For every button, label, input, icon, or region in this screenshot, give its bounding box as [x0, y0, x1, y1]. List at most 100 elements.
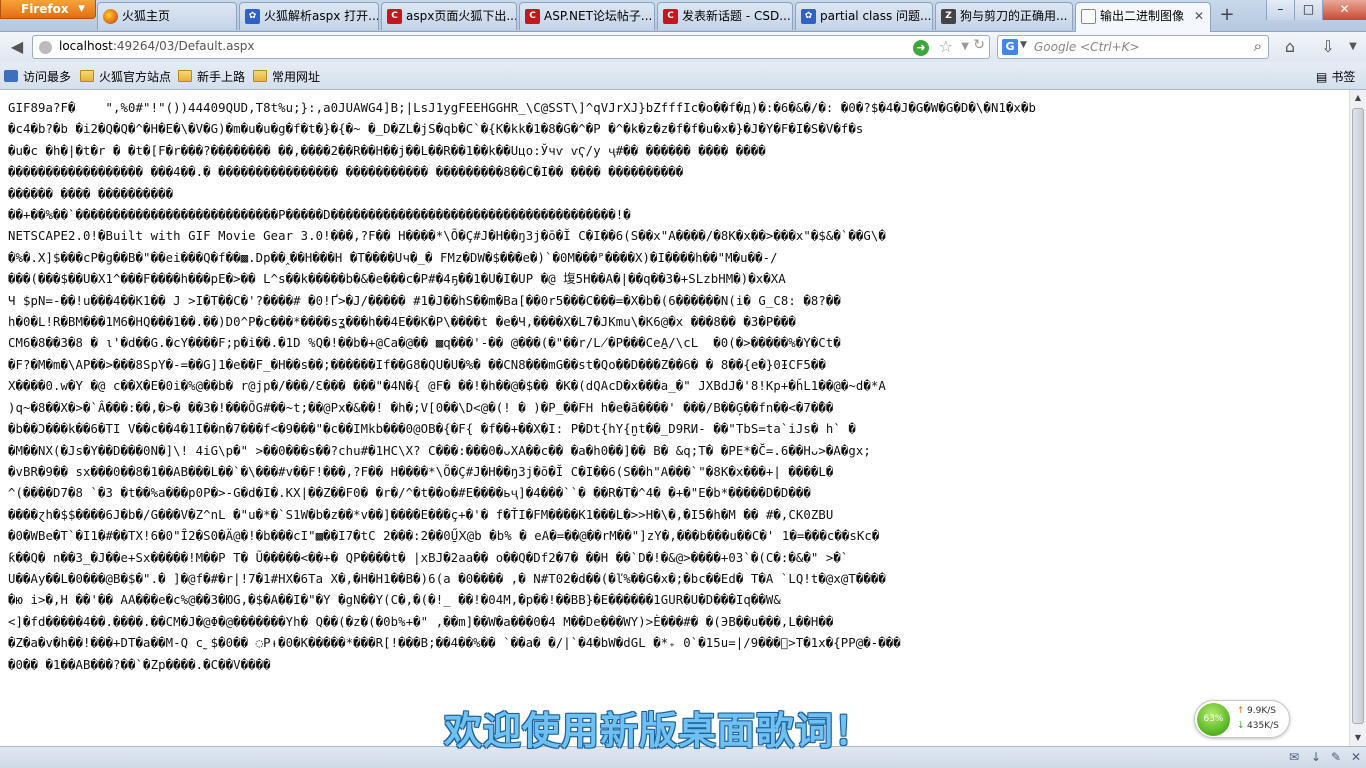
new-tab-button[interactable]: +: [1213, 4, 1241, 28]
close-addon-bar-icon[interactable]: ✕: [1348, 749, 1364, 765]
binary-text-line: �M��NX(�Js�Y��D���0N�]\! 4iG\p�" >��0���…: [8, 443, 871, 458]
tab-partial-class[interactable]: ✿ partial class 问题...: [795, 2, 933, 30]
page-icon: [1081, 9, 1096, 24]
binary-text-line: Ч $pN=-��!u���4��K1�� J >I�T��C�'?����# …: [8, 293, 841, 308]
bookmarks-toolbar: 访问最多 火狐官方站点 新手上路 常用网址 ▤ 书签: [0, 62, 1366, 90]
close-tab-icon[interactable]: ✕: [1194, 3, 1204, 29]
minimize-button[interactable]: –: [1266, 0, 1294, 20]
bookmark-firefox-site[interactable]: 火狐官方站点: [80, 68, 171, 85]
binary-text-line: CM6�8��3�8 � ι'�d��G.�cY����F;p�i��.�1D …: [8, 336, 841, 351]
tab-label: ASP.NET论坛帖子...: [544, 9, 653, 23]
tab-aspnet-forum[interactable]: C ASP.NET论坛帖子...: [519, 2, 655, 30]
tab-aspx-firefox[interactable]: C aspx页面火狐下出...: [381, 2, 517, 30]
scroll-thumb[interactable]: [1352, 108, 1364, 724]
bookmark-label: 新手上路: [197, 70, 246, 84]
binary-text-line: NETSCAPE2.0!�Built with GIF Movie Gear 3…: [8, 229, 886, 244]
engine-dropdown-icon[interactable]: ▼: [1020, 40, 1027, 50]
binary-text-line: ����ɀh�$$����6J�b�/G���V�Z^nL �"u�*�`S1W…: [8, 507, 834, 522]
menu-dropdown-icon[interactable]: ▼: [1344, 36, 1362, 58]
url-text[interactable]: localhost:49264/03/Default.aspx: [59, 39, 254, 53]
binary-text-line: ���(���$��U�X1^���F����h���pE�>�� L^s��k…: [8, 272, 786, 287]
back-icon[interactable]: ◀: [4, 36, 30, 58]
csdn-icon: C: [663, 9, 678, 24]
tab-label: 发表新话题 - CSD...: [682, 9, 791, 23]
folder-icon: [80, 70, 94, 82]
binary-text-line: ƙ��Q� n��3_�J��e+Sx�����!M��P T� Ũ�����<…: [8, 550, 849, 565]
download-arrow-icon: ↓: [1237, 721, 1245, 731]
firefox-icon: [103, 9, 118, 24]
csdn-icon: C: [525, 9, 540, 24]
firefox-menu-button[interactable]: Firefox ▼: [0, 0, 96, 19]
binary-text-line: ��+��%��`���������������������������P���…: [8, 208, 631, 223]
binary-text-line: X����0.w�Y �@ c��X�E�0i�%@��b� r@jp�/���…: [8, 379, 886, 394]
bookmark-label: 访问最多: [23, 70, 72, 84]
bookmark-star-icon[interactable]: ☆: [939, 37, 953, 56]
upload-arrow-icon: ↑: [1237, 706, 1245, 716]
download-speed: 435K/S: [1247, 721, 1279, 731]
tab-new-topic[interactable]: C 发表新话题 - CSD...: [657, 2, 793, 30]
binary-text-line: �vBR�9�� sx���0��8�1��AB���L��`�\���#v��…: [8, 464, 834, 479]
binary-text-line: )q~�8��X�>�`Â���:��,�>� ��3�!���ÕG#��~t;…: [8, 400, 834, 415]
scroll-up-icon[interactable]: ▲: [1350, 90, 1366, 106]
binary-text-line: �ю i>�,H ��'�� AA���e�c%@��3�ЮG,�$�A��I�…: [8, 593, 781, 608]
binary-text-line: <]�fd�����4��.����.��CM�J�@Φ�@�������Yh�…: [8, 614, 834, 629]
binary-image-output: GIF89a?F� ",%0#"!"())44409QUD,T8t%u;}:,a…: [0, 90, 1349, 746]
maximize-button[interactable]: □: [1294, 0, 1322, 20]
binary-text-line: �b��Ͻ���k��6�TI V��c��4�1I��n�7���f<�9��…: [8, 422, 856, 437]
history-dropdown-icon[interactable]: ▼: [961, 41, 969, 52]
tab-label: aspx页面火狐下出...: [406, 9, 517, 23]
tab-strip: Firefox ▼ 火狐主页 ✿ 火狐解析aspx 打开... C aspx页面火…: [0, 0, 1366, 32]
tab-label: 火狐主页: [122, 9, 171, 23]
tab-aspx-parse[interactable]: ✿ 火狐解析aspx 打开...: [239, 2, 379, 30]
bookmark-label: 常用网址: [272, 70, 321, 84]
folder-icon: [178, 70, 192, 82]
network-speed-monitor[interactable]: 63% ↑ 9.9K/S ↓ 435K/S: [1194, 700, 1290, 738]
close-window-button[interactable]: ✕: [1322, 0, 1366, 20]
url-path: :49264/03/Default.aspx: [112, 39, 255, 53]
csdn-icon: C: [387, 9, 402, 24]
url-bar[interactable]: localhost:49264/03/Default.aspx ➜ ☆ ▼ ↻: [32, 35, 990, 59]
window-controls: – □ ✕: [1266, 0, 1366, 20]
binary-text-line: U��Ay��L�0���@B�$�".� ]�@f�#�r|!7�1#HX�6…: [8, 571, 886, 586]
url-host: localhost: [59, 39, 113, 53]
bookmark-most-visited[interactable]: 访问最多: [4, 68, 71, 85]
binary-text-line: �u�c �h�|�t�r � �t�[F�r���?�������� ��,�…: [8, 143, 766, 158]
tab-dog-scissors[interactable]: Z 狗与剪刀的正确用...: [935, 2, 1073, 30]
zhihu-icon: Z: [941, 9, 956, 24]
bookmarks-menu-label: 书签: [1331, 70, 1356, 84]
bookmark-common-sites[interactable]: 常用网址: [253, 68, 320, 85]
download-icon[interactable]: ⇩: [1314, 36, 1342, 58]
folder-icon: [253, 70, 267, 82]
go-icon[interactable]: ➜: [913, 40, 929, 56]
paw-icon: ✿: [801, 9, 816, 24]
bookmarks-menu[interactable]: ▤ 书签: [1316, 68, 1355, 85]
vertical-scrollbar[interactable]: ▲ ▼: [1349, 90, 1366, 746]
globe-icon: [39, 41, 52, 54]
tab-label: 输出二进制图像: [1100, 9, 1185, 23]
home-icon[interactable]: ⌂: [1278, 36, 1302, 58]
binary-text-line: GIF89a?F� ",%0#"!"())44409QUD,T8t%u;}:,a…: [8, 101, 1036, 115]
reload-icon[interactable]: ↻: [973, 37, 985, 53]
scroll-down-icon[interactable]: ▼: [1350, 730, 1366, 746]
binary-text-line: �0�� �1��AB���?��`�Zp����.�C��V����: [8, 657, 271, 672]
tab-label: 狗与剪刀的正确用...: [960, 9, 1068, 23]
search-icon[interactable]: ⌕: [1254, 37, 1262, 55]
bookmark-icon: [4, 70, 18, 82]
search-box[interactable]: G ▼ Google <Ctrl+K> ⌕: [997, 35, 1269, 59]
binary-text-line: �c4�b?�b �i2�Q�Q�^�H�E�\�V�G)�m�u�u�g�f�…: [8, 122, 864, 137]
bookmark-getting-started[interactable]: 新手上路: [178, 68, 245, 85]
tab-home[interactable]: 火狐主页: [97, 2, 237, 30]
tab-binary-image[interactable]: 输出二进制图像 ✕: [1075, 2, 1211, 32]
binary-text-line: ������ ���� ����������: [8, 186, 174, 201]
addon-bar-icon[interactable]: ✉: [1286, 749, 1302, 765]
navigation-toolbar: ◀ localhost:49264/03/Default.aspx ➜ ☆ ▼ …: [0, 32, 1366, 62]
tools-icon[interactable]: ✎: [1328, 749, 1344, 765]
binary-text-line: ������������������ ���4��.� ������������…: [8, 165, 684, 180]
download-status-icon[interactable]: ↓: [1308, 749, 1324, 765]
search-placeholder: Google <Ctrl+K>: [1034, 40, 1140, 54]
google-icon[interactable]: G: [1002, 39, 1018, 55]
binary-text-line: �%�.X]$���cP�g��B�"��ei���Q�f��▩.Dp��‸��…: [8, 250, 778, 265]
bookmark-label: 火狐官方站点: [99, 70, 172, 84]
binary-text-line: �F?�M�m�\AP��>���8SpY�-=��G]1�e��F_�H��s…: [8, 357, 826, 372]
chevron-down-icon: ▼: [78, 4, 85, 14]
